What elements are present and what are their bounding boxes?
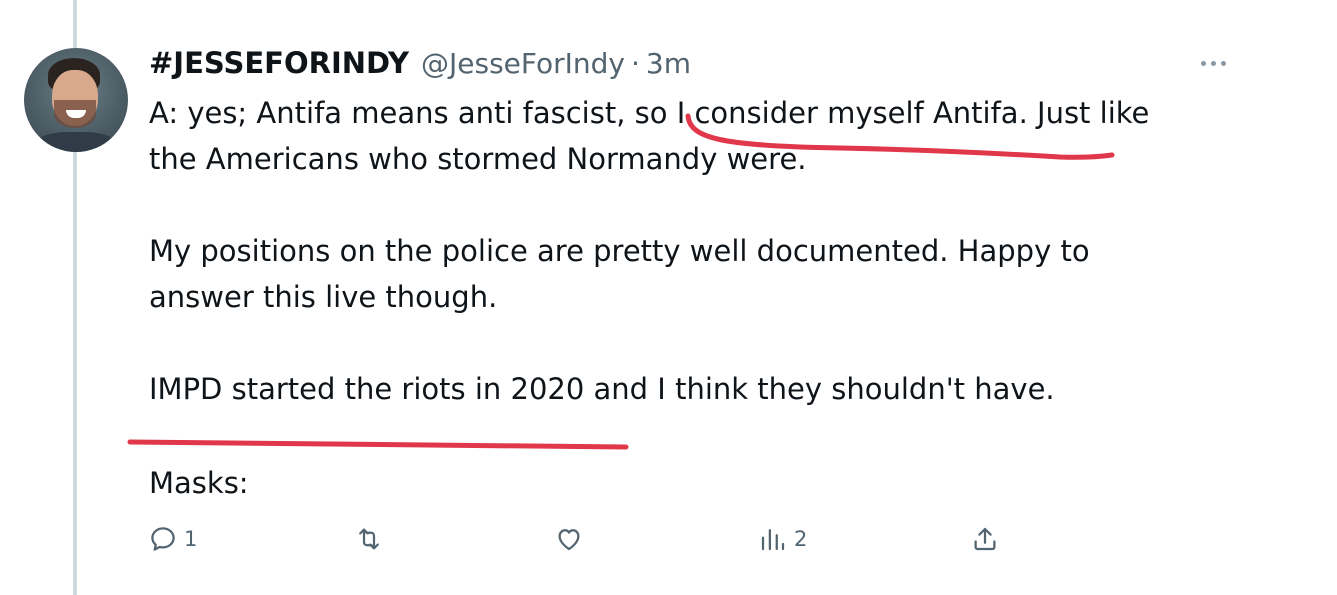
tweet-header: #JESSEFORINDY @JesseForIndy · 3m [149,44,691,82]
separator-dot: · [630,46,640,80]
analytics-icon [761,529,785,551]
tweet-text-line-5: IMPD started the riots in 2020 and I thi… [149,372,1055,406]
tweet-text-line-4: answer this live though. [149,280,498,314]
display-name[interactable]: #JESSEFORINDY [149,46,409,80]
avatar[interactable] [24,48,128,152]
retweet-button[interactable] [354,524,390,554]
share-icon [974,527,996,551]
retweet-icon [359,528,379,550]
timestamp[interactable]: 3m [646,47,691,80]
user-handle[interactable]: @JesseForIndy [421,47,625,80]
heart-icon [558,529,580,551]
tweet-text-line-6: Masks: [149,466,249,500]
views-count: 2 [794,527,808,551]
red-underline-annotation-2 [127,439,629,450]
share-button[interactable] [970,524,1006,554]
red-underline-annotation-1 [685,113,1115,160]
tweet-text-line-3: My positions on the police are pretty we… [149,234,1090,268]
like-button[interactable] [554,524,590,554]
views-button[interactable]: 2 [758,524,807,554]
reply-count: 1 [184,527,198,551]
reply-button[interactable]: 1 [148,524,197,554]
reply-icon [151,527,175,551]
more-options-icon[interactable] [1201,52,1237,74]
tweet-action-bar: 1 2 [0,520,1337,560]
